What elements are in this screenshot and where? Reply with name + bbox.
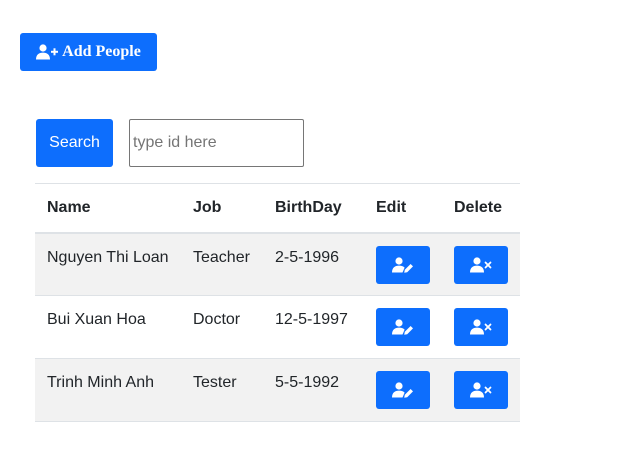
cell-name: Bui Xuan Hoa — [35, 295, 181, 359]
edit-button[interactable] — [376, 371, 430, 409]
delete-button[interactable] — [454, 371, 508, 409]
people-table: Name Job BirthDay Edit Delete Nguyen Thi… — [35, 183, 520, 422]
search-input[interactable] — [129, 119, 304, 167]
search-button[interactable]: Search — [36, 119, 113, 167]
page: Add People Search Name Job BirthDay Edit… — [0, 0, 619, 468]
header-delete: Delete — [442, 183, 520, 234]
user-plus-icon — [36, 44, 59, 60]
cell-name: Nguyen Thi Loan — [35, 232, 181, 296]
user-edit-icon — [392, 256, 414, 273]
user-edit-icon — [392, 382, 414, 398]
header-birthday: BirthDay — [263, 183, 364, 234]
cell-edit — [364, 358, 442, 422]
delete-button[interactable] — [454, 308, 508, 346]
cell-job: Teacher — [181, 232, 263, 296]
search-bar: Search — [36, 119, 304, 167]
table-header-row: Name Job BirthDay Edit Delete — [35, 183, 520, 234]
cell-birthday: 2-5-1996 — [263, 232, 364, 296]
cell-birthday: 5-5-1992 — [263, 358, 364, 422]
cell-name: Trinh Minh Anh — [35, 358, 181, 422]
header-edit: Edit — [364, 183, 442, 234]
header-name: Name — [35, 183, 181, 234]
table-row: Trinh Minh Anh Tester 5-5-1992 — [35, 358, 520, 422]
header-job: Job — [181, 183, 263, 234]
user-remove-icon — [470, 382, 492, 398]
cell-delete — [442, 358, 520, 422]
user-edit-icon — [392, 319, 414, 335]
cell-edit — [364, 232, 442, 296]
cell-delete — [442, 295, 520, 359]
cell-job: Tester — [181, 358, 263, 422]
cell-edit — [364, 295, 442, 359]
user-remove-icon — [470, 256, 492, 273]
edit-button[interactable] — [376, 245, 430, 284]
cell-job: Doctor — [181, 295, 263, 359]
delete-button[interactable] — [454, 245, 508, 284]
cell-birthday: 12-5-1997 — [263, 295, 364, 359]
table-row: Bui Xuan Hoa Doctor 12-5-1997 — [35, 295, 520, 359]
add-people-button[interactable]: Add People — [20, 33, 157, 71]
cell-delete — [442, 232, 520, 296]
edit-button[interactable] — [376, 308, 430, 346]
add-people-label: Add People — [62, 43, 141, 60]
table-row: Nguyen Thi Loan Teacher 2-5-1996 — [35, 232, 520, 296]
user-remove-icon — [470, 319, 492, 335]
